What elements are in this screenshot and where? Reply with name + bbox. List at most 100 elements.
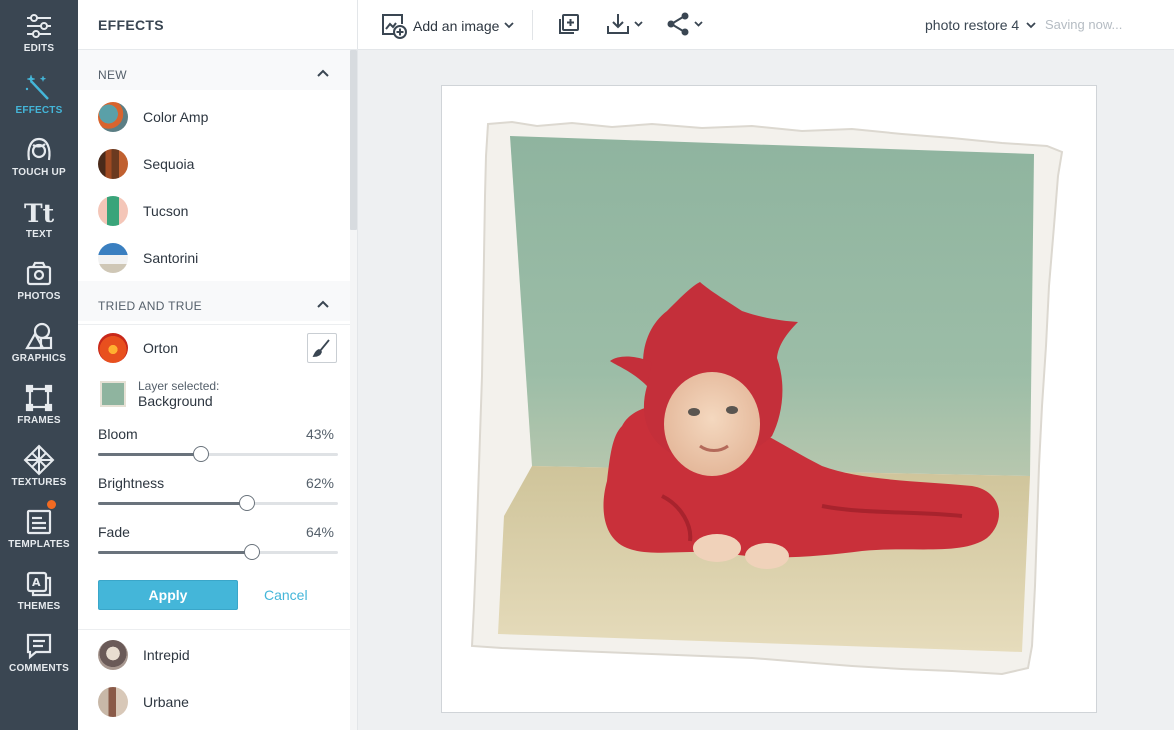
rail-item-photos[interactable]: PHOTOS (0, 248, 78, 310)
effect-tucson[interactable]: Tucson (78, 187, 350, 234)
add-image-label: Add an image (413, 18, 500, 34)
slider-fill (98, 502, 247, 505)
project-name[interactable]: photo restore 4 (925, 17, 1019, 33)
effect-thumbnail (98, 149, 128, 179)
effect-thumbnail (98, 640, 128, 670)
effect-sequoia[interactable]: Sequoia (78, 140, 350, 187)
panel-title: EFFECTS (98, 17, 164, 33)
rail-label: EFFECTS (15, 105, 63, 116)
face-icon (27, 137, 51, 161)
effect-thumbnail (98, 333, 128, 363)
rail-label: TEXTURES (11, 477, 67, 488)
share-icon (667, 12, 703, 36)
effect-urbane[interactable]: Urbane (78, 678, 350, 725)
panel-header: EFFECTS (78, 0, 358, 50)
slider-fill (98, 551, 252, 554)
rail-label: PHOTOS (17, 291, 61, 302)
theme-icon: A (26, 571, 52, 597)
effect-thumbnail (98, 102, 128, 132)
slider-value: 64% (305, 524, 334, 540)
rail-label: COMMENTS (9, 663, 69, 674)
share-button[interactable] (666, 12, 706, 38)
texture-icon (23, 444, 55, 476)
rail-item-frames[interactable]: FRAMES (0, 372, 78, 434)
rail-label: THEMES (17, 601, 61, 612)
save-status: Saving now... (1045, 17, 1123, 32)
sliders-icon (27, 14, 51, 38)
tool-rail: EDITS EFFECTS TOUCH UP Tt TEXT PHOTOS GR… (0, 0, 78, 730)
slider-handle[interactable] (193, 446, 210, 462)
text-icon: Tt (24, 199, 55, 228)
slider-value: 62% (305, 475, 334, 491)
design-canvas[interactable] (441, 85, 1097, 713)
rail-label: GRAPHICS (11, 353, 67, 364)
magic-wand-icon (25, 74, 49, 100)
rail-label: TOUCH UP (12, 167, 66, 178)
rail-item-graphics[interactable]: GRAPHICS (0, 310, 78, 372)
effect-thumbnail (98, 196, 128, 226)
effect-name: Santorini (143, 250, 199, 266)
panel-scrollbar[interactable] (350, 50, 357, 730)
chevron-up-icon (317, 300, 329, 308)
effect-santorini[interactable]: Santorini (78, 234, 350, 281)
brush-icon (312, 339, 330, 357)
scrollbar-thumb[interactable] (350, 50, 357, 230)
layer-thumbnail (100, 381, 126, 407)
comment-icon (26, 633, 52, 660)
layer-selected-label: Layer selected: (138, 379, 220, 393)
rail-item-textures[interactable]: TEXTURES (0, 434, 78, 496)
download-button[interactable] (606, 12, 646, 38)
chevron-down-icon[interactable] (1026, 21, 1036, 29)
download-icon (607, 14, 643, 34)
slider-value: 43% (305, 426, 334, 442)
rail-item-effects[interactable]: EFFECTS (0, 62, 78, 124)
section-title: NEW (98, 68, 127, 82)
toolbar-divider (532, 10, 533, 40)
slider-handle[interactable] (243, 544, 260, 560)
top-toolbar: Add an image photo restore 4 Saving now.… (358, 0, 1174, 50)
baby-hand-right (745, 543, 789, 569)
rail-item-comments[interactable]: COMMENTS (0, 620, 78, 682)
apply-button[interactable]: Apply (98, 580, 238, 610)
section-header-new[interactable]: NEW (78, 50, 350, 90)
baby-hand-left (693, 534, 741, 562)
slider-track[interactable] (98, 495, 338, 511)
slider-track[interactable] (98, 544, 338, 560)
layer-selected-value: Background (138, 393, 213, 409)
slider-label: Fade (98, 524, 130, 540)
rail-item-templates[interactable]: TEMPLATES (0, 496, 78, 558)
effect-intrepid[interactable]: Intrepid (78, 631, 350, 678)
cancel-button[interactable]: Cancel (264, 587, 308, 603)
effect-thumbnail (98, 687, 128, 717)
rail-item-themes[interactable]: A THEMES (0, 558, 78, 620)
effect-thumbnail (98, 243, 128, 273)
rail-label: EDITS (23, 43, 55, 54)
slider-fade: Fade 64% (98, 524, 338, 564)
effect-color-amp[interactable]: Color Amp (78, 93, 350, 140)
rail-label: TEMPLATES (8, 539, 70, 550)
section-title: TRIED AND TRUE (98, 299, 202, 313)
chevron-down-icon (504, 22, 514, 29)
effect-name: Tucson (143, 203, 189, 219)
effect-name: Urbane (143, 694, 189, 710)
slider-label: Brightness (98, 475, 165, 491)
rail-label: FRAMES (17, 415, 61, 426)
duplicate-button[interactable] (557, 12, 581, 38)
chevron-up-icon (317, 69, 329, 77)
slider-label: Bloom (98, 426, 138, 442)
slider-track[interactable] (98, 446, 338, 462)
effects-panel: EFFECTS NEW Color Amp Sequoia Tucson San… (78, 0, 358, 730)
svg-text:A: A (32, 576, 41, 589)
rail-item-touch-up[interactable]: TOUCH UP (0, 124, 78, 186)
section-header-tried-and-true[interactable]: TRIED AND TRUE (78, 281, 350, 321)
effect-settings-orton: Orton Layer selected: Background Bloom 4… (78, 324, 350, 630)
rail-item-edits[interactable]: EDITS (0, 0, 78, 62)
brush-button[interactable] (307, 333, 337, 363)
baby-face (664, 372, 760, 476)
slider-handle[interactable] (238, 495, 255, 511)
slider-brightness: Brightness 62% (98, 475, 338, 515)
rail-item-text[interactable]: Tt TEXT (0, 186, 78, 248)
notification-dot (47, 500, 56, 509)
duplicate-icon (559, 14, 579, 34)
effect-name: Intrepid (143, 647, 190, 663)
